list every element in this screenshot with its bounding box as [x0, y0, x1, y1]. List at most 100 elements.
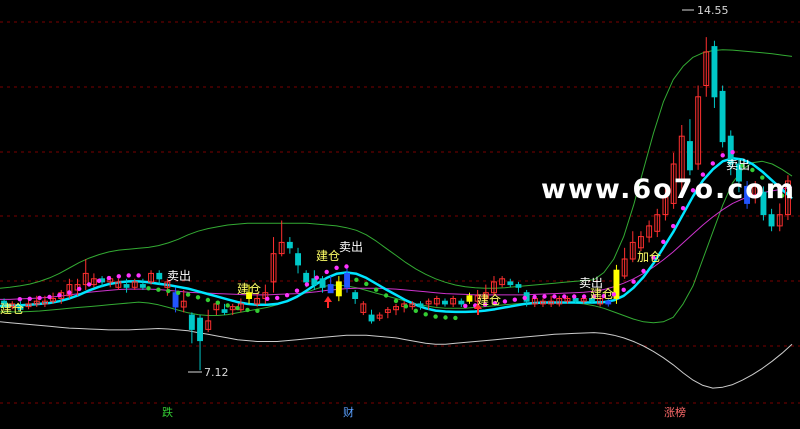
signal-dot — [67, 290, 72, 295]
signal-dot — [304, 282, 310, 287]
signal-dot — [374, 287, 379, 292]
indicator-lines — [0, 49, 793, 389]
signal-dot — [275, 295, 280, 301]
candle-body — [417, 303, 424, 308]
signal-dot — [314, 275, 319, 280]
signal-dot — [502, 299, 508, 304]
signal-dot — [96, 278, 102, 283]
signal-dot — [166, 288, 171, 294]
signal-dot — [205, 297, 211, 303]
signal-dot — [156, 287, 161, 292]
candle-body — [327, 284, 334, 294]
signal-dot — [47, 294, 52, 300]
candle-body — [197, 317, 204, 342]
signal-dot — [245, 307, 250, 313]
signal-dot — [235, 305, 240, 311]
candle-body — [319, 278, 326, 288]
signal-label: 建仓 — [0, 302, 25, 316]
signal-dot — [225, 303, 230, 308]
signal-dot — [383, 293, 389, 298]
signal-dot — [215, 300, 220, 305]
candle-body — [507, 281, 514, 286]
grid — [0, 21, 800, 404]
signal-dot — [195, 295, 201, 300]
signal-dot — [671, 223, 676, 229]
candle-body — [719, 90, 726, 143]
signal-dot — [443, 315, 448, 320]
signal-dot — [255, 308, 260, 313]
candle-body — [466, 295, 473, 302]
signal-dot — [453, 315, 458, 321]
signal-label: 卖出 — [726, 158, 751, 172]
candle-body — [303, 272, 310, 283]
signal-dot — [562, 294, 567, 299]
signal-dot — [661, 239, 666, 244]
signal-dot — [631, 279, 636, 284]
signal-dot — [581, 294, 587, 299]
candle-body — [605, 300, 612, 305]
candle-body — [768, 214, 775, 227]
signal-label: 建仓 — [590, 287, 615, 301]
signal-dot — [37, 295, 42, 301]
signal-dot — [463, 303, 468, 309]
candle-body — [172, 292, 179, 308]
signal-dot — [146, 286, 151, 291]
candle-body — [344, 272, 351, 288]
signal-dot — [284, 293, 290, 298]
candle-body — [572, 298, 579, 302]
watermark: www.6o7o.com — [541, 174, 796, 205]
signal-dot — [106, 275, 112, 281]
signal-label: 建仓 — [477, 293, 502, 307]
signal-dot — [354, 277, 359, 282]
signal-dot — [572, 294, 577, 299]
signal-dot — [433, 314, 438, 319]
signal-dot — [621, 287, 626, 292]
signal-dot — [522, 295, 527, 301]
signal-dot — [86, 282, 92, 287]
signal-label: 建仓 — [237, 282, 262, 296]
signal-dot — [294, 288, 300, 293]
signal-label: 卖出 — [339, 240, 364, 254]
signal-label: 卖出 — [167, 269, 192, 283]
signal-dot — [413, 308, 418, 313]
signal-dot — [176, 290, 181, 295]
candle-body — [295, 253, 302, 266]
bottom-tag-finance[interactable]: 财 — [341, 405, 356, 420]
signal-dot — [27, 296, 32, 301]
candle-body — [368, 314, 375, 322]
signal-dot — [344, 264, 349, 269]
candle-body — [352, 292, 359, 300]
price-high-label: 14.55 — [697, 4, 729, 17]
signal-dot — [552, 294, 557, 299]
candle-body — [221, 309, 228, 313]
signal-dot — [57, 293, 62, 298]
candle-body — [335, 281, 342, 297]
signal-dot — [641, 268, 646, 274]
signal-dot — [265, 296, 270, 301]
candle-body — [442, 300, 448, 305]
signal-dot — [324, 269, 329, 275]
lower-band-line — [0, 321, 793, 389]
candle-body — [458, 300, 465, 305]
bottom-tag-fall[interactable]: 跌 — [160, 405, 175, 420]
candle-body — [711, 46, 718, 98]
signal-dot — [116, 274, 122, 279]
kline-chart: 14.55 7.12 建仓 卖出 建仓 建仓 卖出 建仓 卖出 建仓 加仓 卖出… — [0, 0, 800, 425]
signal-dot — [403, 304, 409, 309]
signal-dot — [532, 294, 537, 300]
candle-body — [139, 284, 146, 288]
signal-dot — [136, 273, 141, 278]
candle-body — [687, 141, 693, 171]
signal-dot — [393, 298, 399, 304]
signal-dot — [730, 150, 735, 155]
candle-body — [156, 272, 163, 280]
signal-dot — [77, 286, 82, 292]
signal-dot — [126, 273, 131, 278]
signal-label: 建仓 — [316, 249, 341, 263]
signal-dot — [512, 297, 517, 302]
signal-dot — [334, 265, 339, 270]
signal-dot — [17, 297, 22, 302]
candle-body — [515, 284, 522, 288]
signal-dot — [542, 294, 547, 299]
bottom-tag-rise-list[interactable]: 涨榜 — [662, 405, 688, 420]
